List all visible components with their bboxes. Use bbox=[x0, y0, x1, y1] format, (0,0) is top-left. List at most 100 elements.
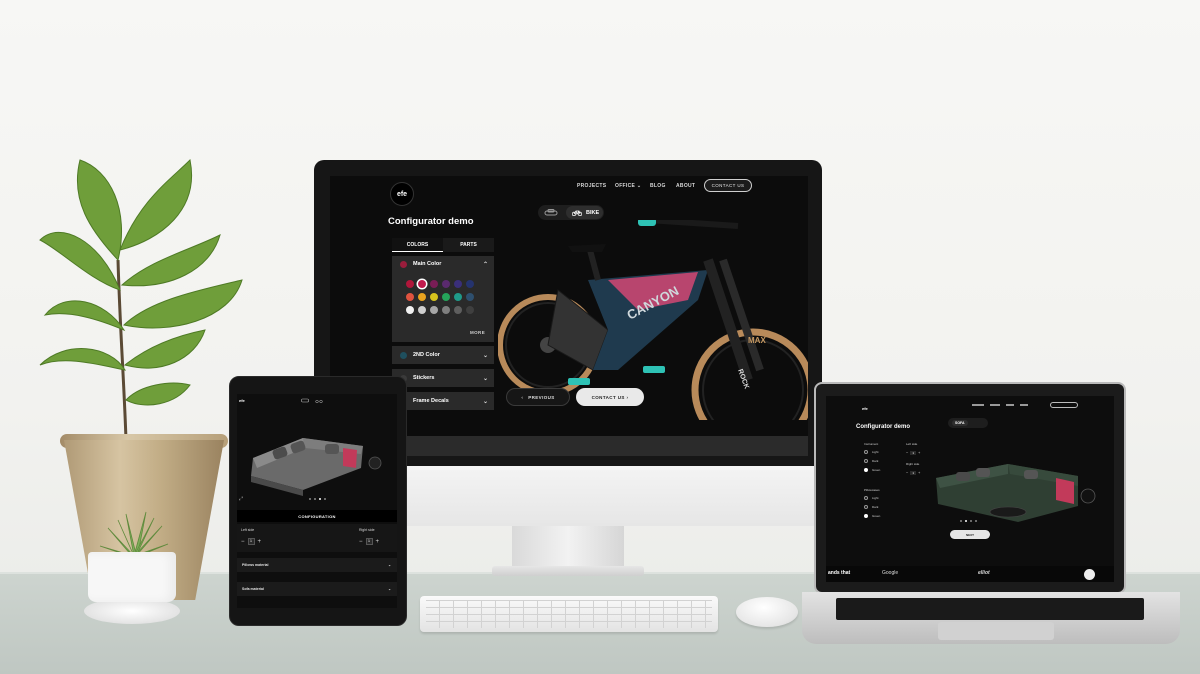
color-swatch[interactable] bbox=[430, 280, 438, 288]
minus-icon[interactable]: − bbox=[906, 450, 908, 455]
carousel-dot[interactable] bbox=[960, 520, 962, 522]
laptop-contact-button[interactable] bbox=[1050, 402, 1078, 408]
expand-icon[interactable]: ⤢ bbox=[239, 496, 243, 502]
color-swatch[interactable] bbox=[406, 280, 414, 288]
second-color-dot bbox=[400, 351, 407, 359]
color-swatch[interactable] bbox=[454, 293, 462, 301]
tablet-logo[interactable]: efe bbox=[239, 398, 245, 403]
radio-option[interactable] bbox=[864, 459, 868, 463]
footer-text-left: ands that bbox=[828, 570, 851, 576]
nav-projects[interactable]: PROJECTS bbox=[577, 183, 606, 189]
accordion-2nd-color[interactable]: 2ND Color ⌄ bbox=[392, 346, 494, 364]
nav-about[interactable]: ABOUT bbox=[676, 183, 695, 189]
chevron-down-icon: ⌄ bbox=[482, 375, 488, 382]
footer-circle-badge[interactable] bbox=[1084, 569, 1095, 580]
succulent-pot bbox=[88, 552, 176, 602]
radio-option[interactable] bbox=[864, 450, 868, 454]
left-stepper-value[interactable]: 1 bbox=[247, 538, 255, 545]
color-swatch[interactable] bbox=[454, 280, 462, 288]
laptop-screen: efe Configurator demo SOFA Instrument Li… bbox=[826, 396, 1114, 566]
color-swatch[interactable] bbox=[430, 293, 438, 301]
nav-office[interactable]: OFFICE ⌄ bbox=[615, 183, 641, 189]
radio-option[interactable] bbox=[864, 468, 868, 472]
carousel-dot[interactable] bbox=[965, 520, 967, 522]
radio-option[interactable] bbox=[864, 505, 868, 509]
radio-option[interactable] bbox=[864, 514, 868, 518]
right-stepper-value[interactable]: 1 bbox=[365, 538, 373, 545]
contact-us-button[interactable]: CONTACT US › bbox=[576, 388, 644, 406]
color-swatch[interactable] bbox=[442, 293, 450, 301]
color-swatch[interactable] bbox=[442, 306, 450, 314]
chevron-left-icon: ‹ bbox=[521, 394, 524, 400]
color-swatch[interactable] bbox=[466, 306, 474, 314]
laptop-stepper-2: − 1 + bbox=[906, 470, 920, 475]
side-label-2: Right side bbox=[906, 462, 920, 466]
bike-icon bbox=[572, 210, 582, 216]
laptop-page-title: Configurator demo bbox=[856, 424, 910, 430]
color-swatch[interactable] bbox=[430, 306, 438, 314]
option-group-1: Light Dark Green bbox=[864, 450, 904, 480]
carousel-dot[interactable] bbox=[309, 498, 311, 500]
color-swatch[interactable] bbox=[418, 306, 426, 314]
color-swatch[interactable] bbox=[406, 306, 414, 314]
tablet-config-bar: CONFIGURATION bbox=[237, 510, 397, 522]
carousel-dots bbox=[309, 498, 326, 500]
car-icon[interactable] bbox=[544, 209, 558, 216]
chevron-down-icon: ⌄ bbox=[388, 587, 391, 591]
nav-item[interactable] bbox=[972, 404, 984, 406]
stepper-2-value[interactable]: 1 bbox=[910, 470, 917, 475]
stepper-row: Left side Right side − 1 + − 1 + bbox=[237, 524, 397, 552]
laptop-next-button[interactable]: NEXT bbox=[950, 530, 990, 539]
carousel-dot[interactable] bbox=[324, 498, 326, 500]
left-side-label: Left side bbox=[241, 528, 255, 532]
carousel-dot[interactable] bbox=[319, 498, 321, 500]
color-swatch[interactable] bbox=[406, 293, 414, 301]
more-colors-link[interactable]: MORE bbox=[470, 330, 485, 335]
minus-icon[interactable]: − bbox=[906, 470, 908, 475]
plus-icon[interactable]: + bbox=[376, 539, 380, 545]
chevron-down-icon: ⌄ bbox=[388, 563, 391, 567]
radio-option[interactable] bbox=[864, 496, 868, 500]
color-swatch[interactable] bbox=[418, 293, 426, 301]
color-swatch[interactable] bbox=[466, 293, 474, 301]
sofa-material-dropdown[interactable]: Sofa material ⌄ bbox=[237, 582, 397, 596]
carousel-dot[interactable] bbox=[314, 498, 316, 500]
color-swatch[interactable] bbox=[418, 280, 426, 288]
laptop-logo[interactable]: efe bbox=[862, 406, 868, 411]
minus-icon[interactable]: − bbox=[241, 539, 245, 545]
nav-blog[interactable]: BLOG bbox=[650, 183, 666, 189]
header-contact-button[interactable]: CONTACT US bbox=[704, 179, 752, 192]
tire-brand-text: MAX bbox=[748, 336, 766, 345]
plus-icon[interactable]: + bbox=[918, 470, 920, 475]
toggle-sofa[interactable]: SOFA bbox=[952, 420, 968, 426]
stepper-1-value[interactable]: 1 bbox=[910, 450, 917, 455]
previous-button[interactable]: ‹ PREVIOUS bbox=[506, 388, 570, 406]
plus-icon[interactable]: + bbox=[258, 539, 262, 545]
accordion-main-color[interactable]: Main Color ⌃ bbox=[392, 256, 494, 272]
carousel-dot[interactable] bbox=[970, 520, 972, 522]
toggle-bike[interactable]: BIKE bbox=[566, 206, 603, 219]
color-swatch[interactable] bbox=[466, 280, 474, 288]
product-toggle: BIKE bbox=[538, 205, 604, 220]
bike-icon[interactable] bbox=[315, 398, 323, 403]
laptop-product-toggle[interactable]: SOFA bbox=[948, 418, 988, 428]
nav-item[interactable] bbox=[990, 404, 1000, 406]
color-swatch[interactable] bbox=[454, 306, 462, 314]
color-swatch[interactable] bbox=[442, 280, 450, 288]
minus-icon[interactable]: − bbox=[359, 539, 363, 545]
radio-option-label: Green bbox=[872, 514, 881, 518]
nav-item[interactable] bbox=[1006, 404, 1014, 406]
tab-colors[interactable]: COLORS bbox=[392, 238, 443, 252]
car-icon[interactable] bbox=[301, 398, 309, 403]
nav-item[interactable] bbox=[1020, 404, 1028, 406]
pillows-material-dropdown[interactable]: Pillows material ⌄ bbox=[237, 558, 397, 572]
plus-icon[interactable]: + bbox=[918, 450, 920, 455]
plant-leaves bbox=[39, 158, 243, 441]
tablet-screen: efe ⤢ CONFIGURATION Left side Right side… bbox=[237, 394, 397, 608]
accordion-frame-decals[interactable]: Frame Decals ⌄ bbox=[392, 392, 494, 410]
carousel-dot[interactable] bbox=[975, 520, 977, 522]
chevron-down-icon: ⌄ bbox=[482, 398, 488, 405]
site-logo[interactable]: efe bbox=[390, 182, 414, 206]
accordion-stickers[interactable]: Stickers ⌄ bbox=[392, 369, 494, 387]
tab-parts[interactable]: PARTS bbox=[443, 238, 494, 252]
